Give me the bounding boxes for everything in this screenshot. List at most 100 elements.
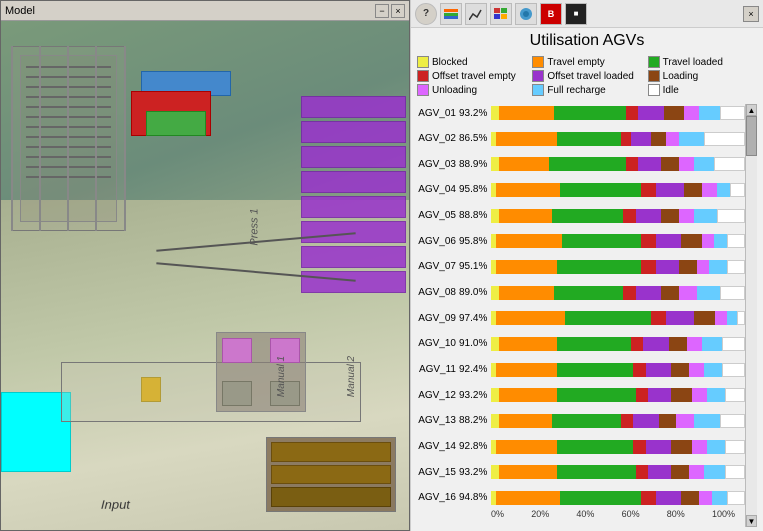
bar-segment: [549, 157, 625, 171]
legend-item: Travel loaded: [648, 56, 757, 68]
x-axis-label: 20%: [531, 509, 549, 519]
x-axis: 0%20%40%60%80%100%: [417, 507, 745, 527]
bar-segment: [499, 414, 552, 428]
bar-segment: [643, 337, 668, 351]
bar-segment: [491, 106, 499, 120]
agv-pct: 93.2%: [459, 108, 491, 119]
bar-container: [491, 234, 745, 248]
model-titlebar: Model − ×: [1, 1, 409, 21]
scroll-track[interactable]: [746, 116, 757, 515]
x-axis-label: 100%: [712, 509, 735, 519]
bar-segment: [496, 234, 562, 248]
close-button[interactable]: ×: [743, 6, 759, 22]
manual2-label: Manual 2: [346, 356, 357, 397]
icon-dark[interactable]: ■: [565, 3, 587, 25]
bar-segment: [633, 363, 646, 377]
bar-segment: [679, 157, 694, 171]
chart-panel: ? B ■ × Utilisation AGVs BlockedTravel e…: [410, 0, 763, 531]
legend-item: Offset travel empty: [417, 70, 526, 82]
bar-segment: [722, 337, 745, 351]
bar-segment: [651, 311, 666, 325]
legend: BlockedTravel emptyTravel loadedOffset t…: [417, 56, 757, 96]
legend-label: Offset travel empty: [432, 71, 516, 82]
agv-pct: 92.8%: [459, 441, 491, 452]
bar-segment: [623, 209, 636, 223]
bar-segment: [666, 132, 679, 146]
legend-color: [417, 56, 429, 68]
legend-label: Blocked: [432, 57, 468, 68]
chart-title: Utilisation AGVs: [417, 32, 757, 50]
bar-segment: [499, 337, 557, 351]
bar-segment: [499, 286, 555, 300]
bar-container: [491, 260, 745, 274]
bar-segment: [496, 363, 557, 377]
scroll-down-button[interactable]: ▼: [746, 515, 757, 527]
bar-segment: [491, 337, 499, 351]
agv-label: AGV_03: [417, 159, 459, 170]
agv-label: AGV_15: [417, 467, 459, 478]
bar-segment: [557, 260, 641, 274]
bar-container: [491, 491, 745, 505]
bar-segment: [720, 106, 745, 120]
chart-row: AGV_0695.8%: [417, 232, 745, 250]
bar-segment: [499, 157, 550, 171]
bar-segment: [725, 388, 745, 402]
chart-row: AGV_1192.4%: [417, 361, 745, 379]
bar-segment: [725, 465, 745, 479]
bar-segment: [712, 491, 727, 505]
bar-segment: [659, 414, 677, 428]
bar-segment: [671, 465, 689, 479]
icon-bar[interactable]: [440, 3, 462, 25]
bar-segment: [694, 311, 714, 325]
scroll-up-button[interactable]: ▲: [746, 104, 757, 116]
bar-segment: [631, 337, 644, 351]
minimize-button[interactable]: −: [375, 4, 389, 18]
legend-label: Offset travel loaded: [547, 71, 634, 82]
bar-container: [491, 311, 745, 325]
bar-segment: [496, 440, 557, 454]
bar-segment: [491, 414, 499, 428]
bar-segment: [699, 491, 712, 505]
bar-segment: [499, 388, 557, 402]
bar-segment: [664, 106, 684, 120]
bar-segment: [679, 286, 697, 300]
icon-circle[interactable]: [515, 3, 537, 25]
icon-grid[interactable]: [490, 3, 512, 25]
agv-pct: 91.0%: [459, 338, 491, 349]
agv-label: AGV_04: [417, 184, 459, 195]
agv-pct: 94.8%: [459, 492, 491, 503]
agv-pct: 88.8%: [459, 210, 491, 221]
bar-segment: [687, 337, 702, 351]
bar-segment: [499, 106, 555, 120]
scrollbar[interactable]: ▲ ▼: [745, 104, 757, 527]
icon-chart[interactable]: [465, 3, 487, 25]
bar-segment: [491, 388, 499, 402]
bar-segment: [651, 132, 666, 146]
bar-segment: [679, 132, 704, 146]
chart-content: Utilisation AGVs BlockedTravel emptyTrav…: [411, 28, 763, 531]
close-button[interactable]: ×: [391, 4, 405, 18]
manual1-label: Manual 1: [276, 356, 287, 397]
bar-segment: [725, 440, 745, 454]
bar-segment: [499, 465, 557, 479]
bar-segment: [636, 286, 661, 300]
bar-segment: [727, 311, 737, 325]
agv-pct: 89.0%: [459, 287, 491, 298]
bar-container: [491, 388, 745, 402]
bar-segment: [648, 465, 671, 479]
agv-label: AGV_11: [417, 364, 459, 375]
agv-label: AGV_16: [417, 492, 459, 503]
help-icon[interactable]: ?: [415, 3, 437, 25]
legend-item: Loading: [648, 70, 757, 82]
left-structure: [11, 46, 126, 231]
bar-container: [491, 132, 745, 146]
bar-segment: [638, 157, 661, 171]
bar-segment: [661, 157, 679, 171]
agv-label: AGV_13: [417, 415, 459, 426]
scroll-thumb[interactable]: [746, 116, 757, 156]
icon-book[interactable]: B: [540, 3, 562, 25]
bar-segment: [671, 388, 691, 402]
bar-segment: [491, 465, 499, 479]
agv-label: AGV_12: [417, 390, 459, 401]
bar-container: [491, 414, 745, 428]
